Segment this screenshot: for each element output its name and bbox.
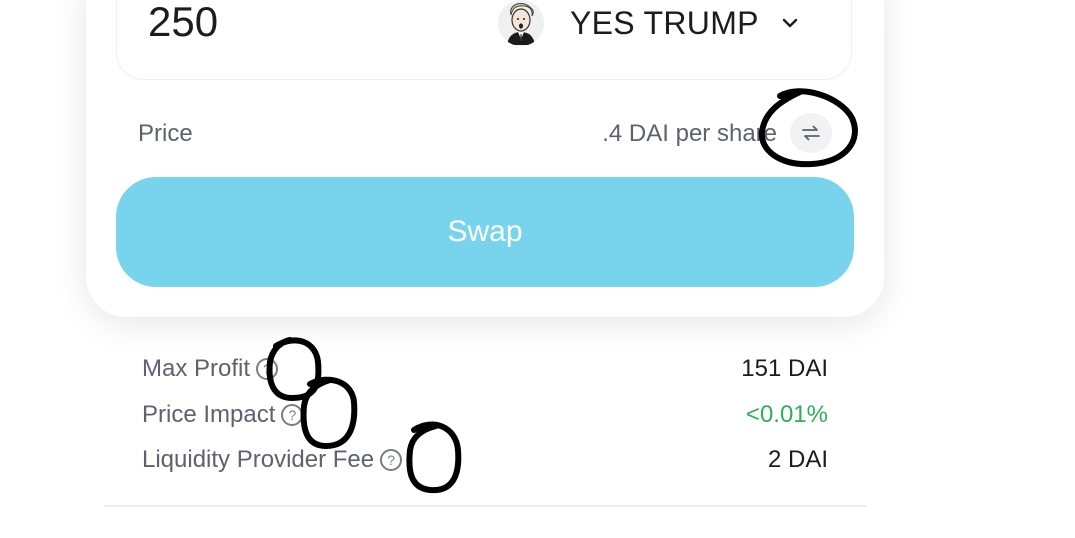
- detail-row-price-impact: Price Impact ? <0.01%: [142, 401, 828, 435]
- detail-label: Price Impact: [142, 401, 276, 428]
- detail-label: Liquidity Provider Fee: [142, 446, 375, 473]
- detail-row-liquidity-fee: Liquidity Provider Fee ? 2 DAI: [142, 446, 828, 480]
- price-value: .4 DAI per share: [602, 120, 777, 147]
- detail-row-max-profit: Max Profit ? 151 DAI: [142, 355, 828, 389]
- amount-input[interactable]: 250: [148, 0, 218, 44]
- swap-arrows-icon: [802, 125, 820, 141]
- question-mark-icon[interactable]: ?: [281, 404, 304, 426]
- detail-value: 2 DAI: [767, 446, 828, 473]
- trump-avatar-icon: [498, 0, 544, 46]
- divider: [104, 505, 866, 507]
- question-mark-icon[interactable]: ?: [380, 449, 403, 471]
- price-label: Price: [138, 120, 193, 147]
- price-toggle-button[interactable]: [790, 113, 832, 153]
- detail-label: Max Profit: [142, 355, 251, 382]
- chevron-down-icon: [782, 18, 798, 28]
- detail-value: 151 DAI: [741, 355, 828, 382]
- token-label: YES TRUMP: [570, 4, 759, 41]
- question-mark-icon[interactable]: ?: [256, 358, 279, 380]
- token-selector[interactable]: YES TRUMP: [498, 0, 828, 46]
- swap-button[interactable]: Swap: [116, 177, 854, 287]
- detail-value: <0.01%: [745, 401, 828, 428]
